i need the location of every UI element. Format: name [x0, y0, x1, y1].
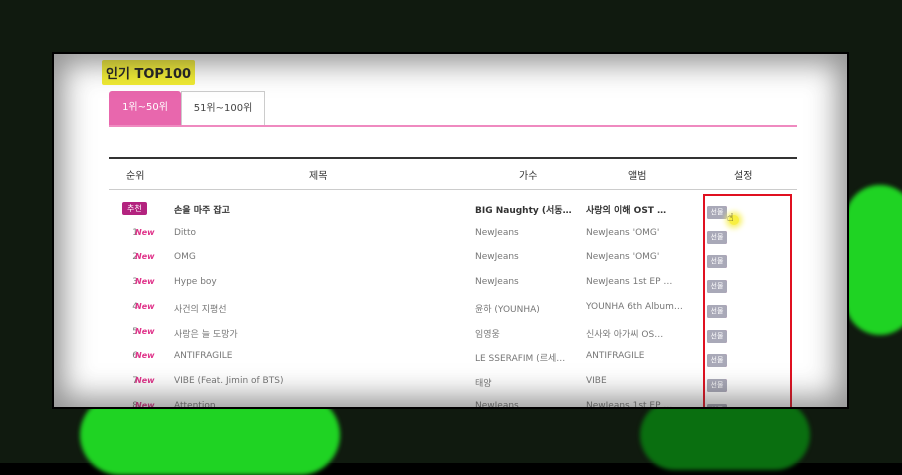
album-name[interactable]: VIBE: [586, 376, 607, 386]
artist-name[interactable]: NewJeans: [475, 401, 519, 407]
album-name[interactable]: NewJeans 'OMG': [586, 228, 659, 238]
new-badge: New: [135, 375, 155, 385]
artist-name[interactable]: NewJeans: [475, 277, 519, 287]
table-row: 추천 손을 마주 잡고 BIG Naughty (서동… 사랑의 이해 OST …: [109, 198, 797, 222]
page-title: 인기 TOP100: [102, 60, 196, 85]
hand-cursor-icon: ☝: [727, 211, 734, 224]
tab-rank-51-100[interactable]: 51위~100위: [181, 91, 265, 125]
header-setting: 설정: [734, 171, 753, 182]
album-name[interactable]: 사랑의 이해 OST …: [586, 203, 666, 216]
song-title[interactable]: VIBE (Feat. Jimin of BTS): [174, 376, 283, 386]
table-row: 5 New 사랑은 늘 도망가 임영웅 신사와 아가씨 OS… 듣기설정선물: [109, 322, 797, 346]
new-badge: New: [135, 301, 155, 311]
recommend-badge: 추천: [122, 202, 147, 215]
header-rank: 순위: [126, 171, 145, 182]
artist-name[interactable]: NewJeans: [475, 252, 519, 262]
artist-name[interactable]: LE SSERAFIM (르세…: [475, 351, 565, 364]
song-title[interactable]: 사건의 지평선: [174, 302, 227, 315]
song-title[interactable]: OMG: [174, 252, 196, 262]
tab-bar: 1위~50위 51위~100위: [109, 91, 797, 127]
table-row: 7 New VIBE (Feat. Jimin of BTS) 태양 VIBE …: [109, 371, 797, 395]
album-name[interactable]: NewJeans 1st EP …: [586, 277, 672, 287]
artist-name[interactable]: 윤하 (YOUNHA): [475, 302, 540, 315]
album-name[interactable]: ANTIFRAGILE: [586, 351, 644, 361]
new-badge: New: [135, 227, 155, 237]
song-title[interactable]: Attention: [174, 401, 216, 407]
header-album: 앨범: [628, 171, 647, 182]
tab-rank-1-50[interactable]: 1위~50위: [109, 91, 181, 125]
header-song: 제목: [309, 171, 328, 182]
new-badge: New: [135, 277, 155, 287]
table-header: 순위 제목 가수 앨범 설정: [109, 157, 797, 190]
background-blob: [845, 185, 902, 335]
song-title[interactable]: 사랑은 늘 도망가: [174, 327, 238, 340]
song-title[interactable]: ANTIFRAGILE: [174, 351, 232, 361]
artist-name[interactable]: 임영웅: [475, 327, 500, 340]
album-name[interactable]: 신사와 아가씨 OS…: [586, 327, 663, 340]
album-name[interactable]: NewJeans 'OMG': [586, 252, 659, 262]
new-badge: New: [135, 252, 155, 262]
new-badge: New: [135, 351, 155, 361]
table-row: 8 New Attention NewJeans NewJeans 1st EP…: [109, 396, 797, 409]
table-row: 2 New OMG NewJeans NewJeans 'OMG' 듣기설정선물: [109, 247, 797, 271]
table-row: 4 New 사건의 지평선 윤하 (YOUNHA) YOUNHA 6th Alb…: [109, 297, 797, 321]
artist-name[interactable]: NewJeans: [475, 228, 519, 238]
background-blob: [640, 400, 810, 470]
song-title[interactable]: Hype boy: [174, 277, 217, 287]
chart-window: 인기 TOP100 1위~50위 51위~100위 순위 제목 가수 앨범 설정…: [52, 52, 849, 409]
table-row: 1 New Ditto NewJeans NewJeans 'OMG' 듣기설정…: [109, 223, 797, 247]
artist-name[interactable]: BIG Naughty (서동…: [475, 203, 572, 216]
song-title[interactable]: Ditto: [174, 228, 196, 238]
header-artist: 가수: [519, 171, 538, 182]
artist-name[interactable]: 태양: [475, 376, 492, 389]
new-badge: New: [135, 400, 155, 409]
new-badge: New: [135, 326, 155, 336]
album-name[interactable]: NewJeans 1st EP …: [586, 401, 672, 407]
table-row: 3 New Hype boy NewJeans NewJeans 1st EP …: [109, 272, 797, 296]
table-row: 6 New ANTIFRAGILE LE SSERAFIM (르세… ANTIF…: [109, 346, 797, 370]
song-title[interactable]: 손을 마주 잡고: [174, 203, 230, 216]
highlight-box: [703, 194, 792, 407]
album-name[interactable]: YOUNHA 6th Album…: [586, 302, 683, 312]
